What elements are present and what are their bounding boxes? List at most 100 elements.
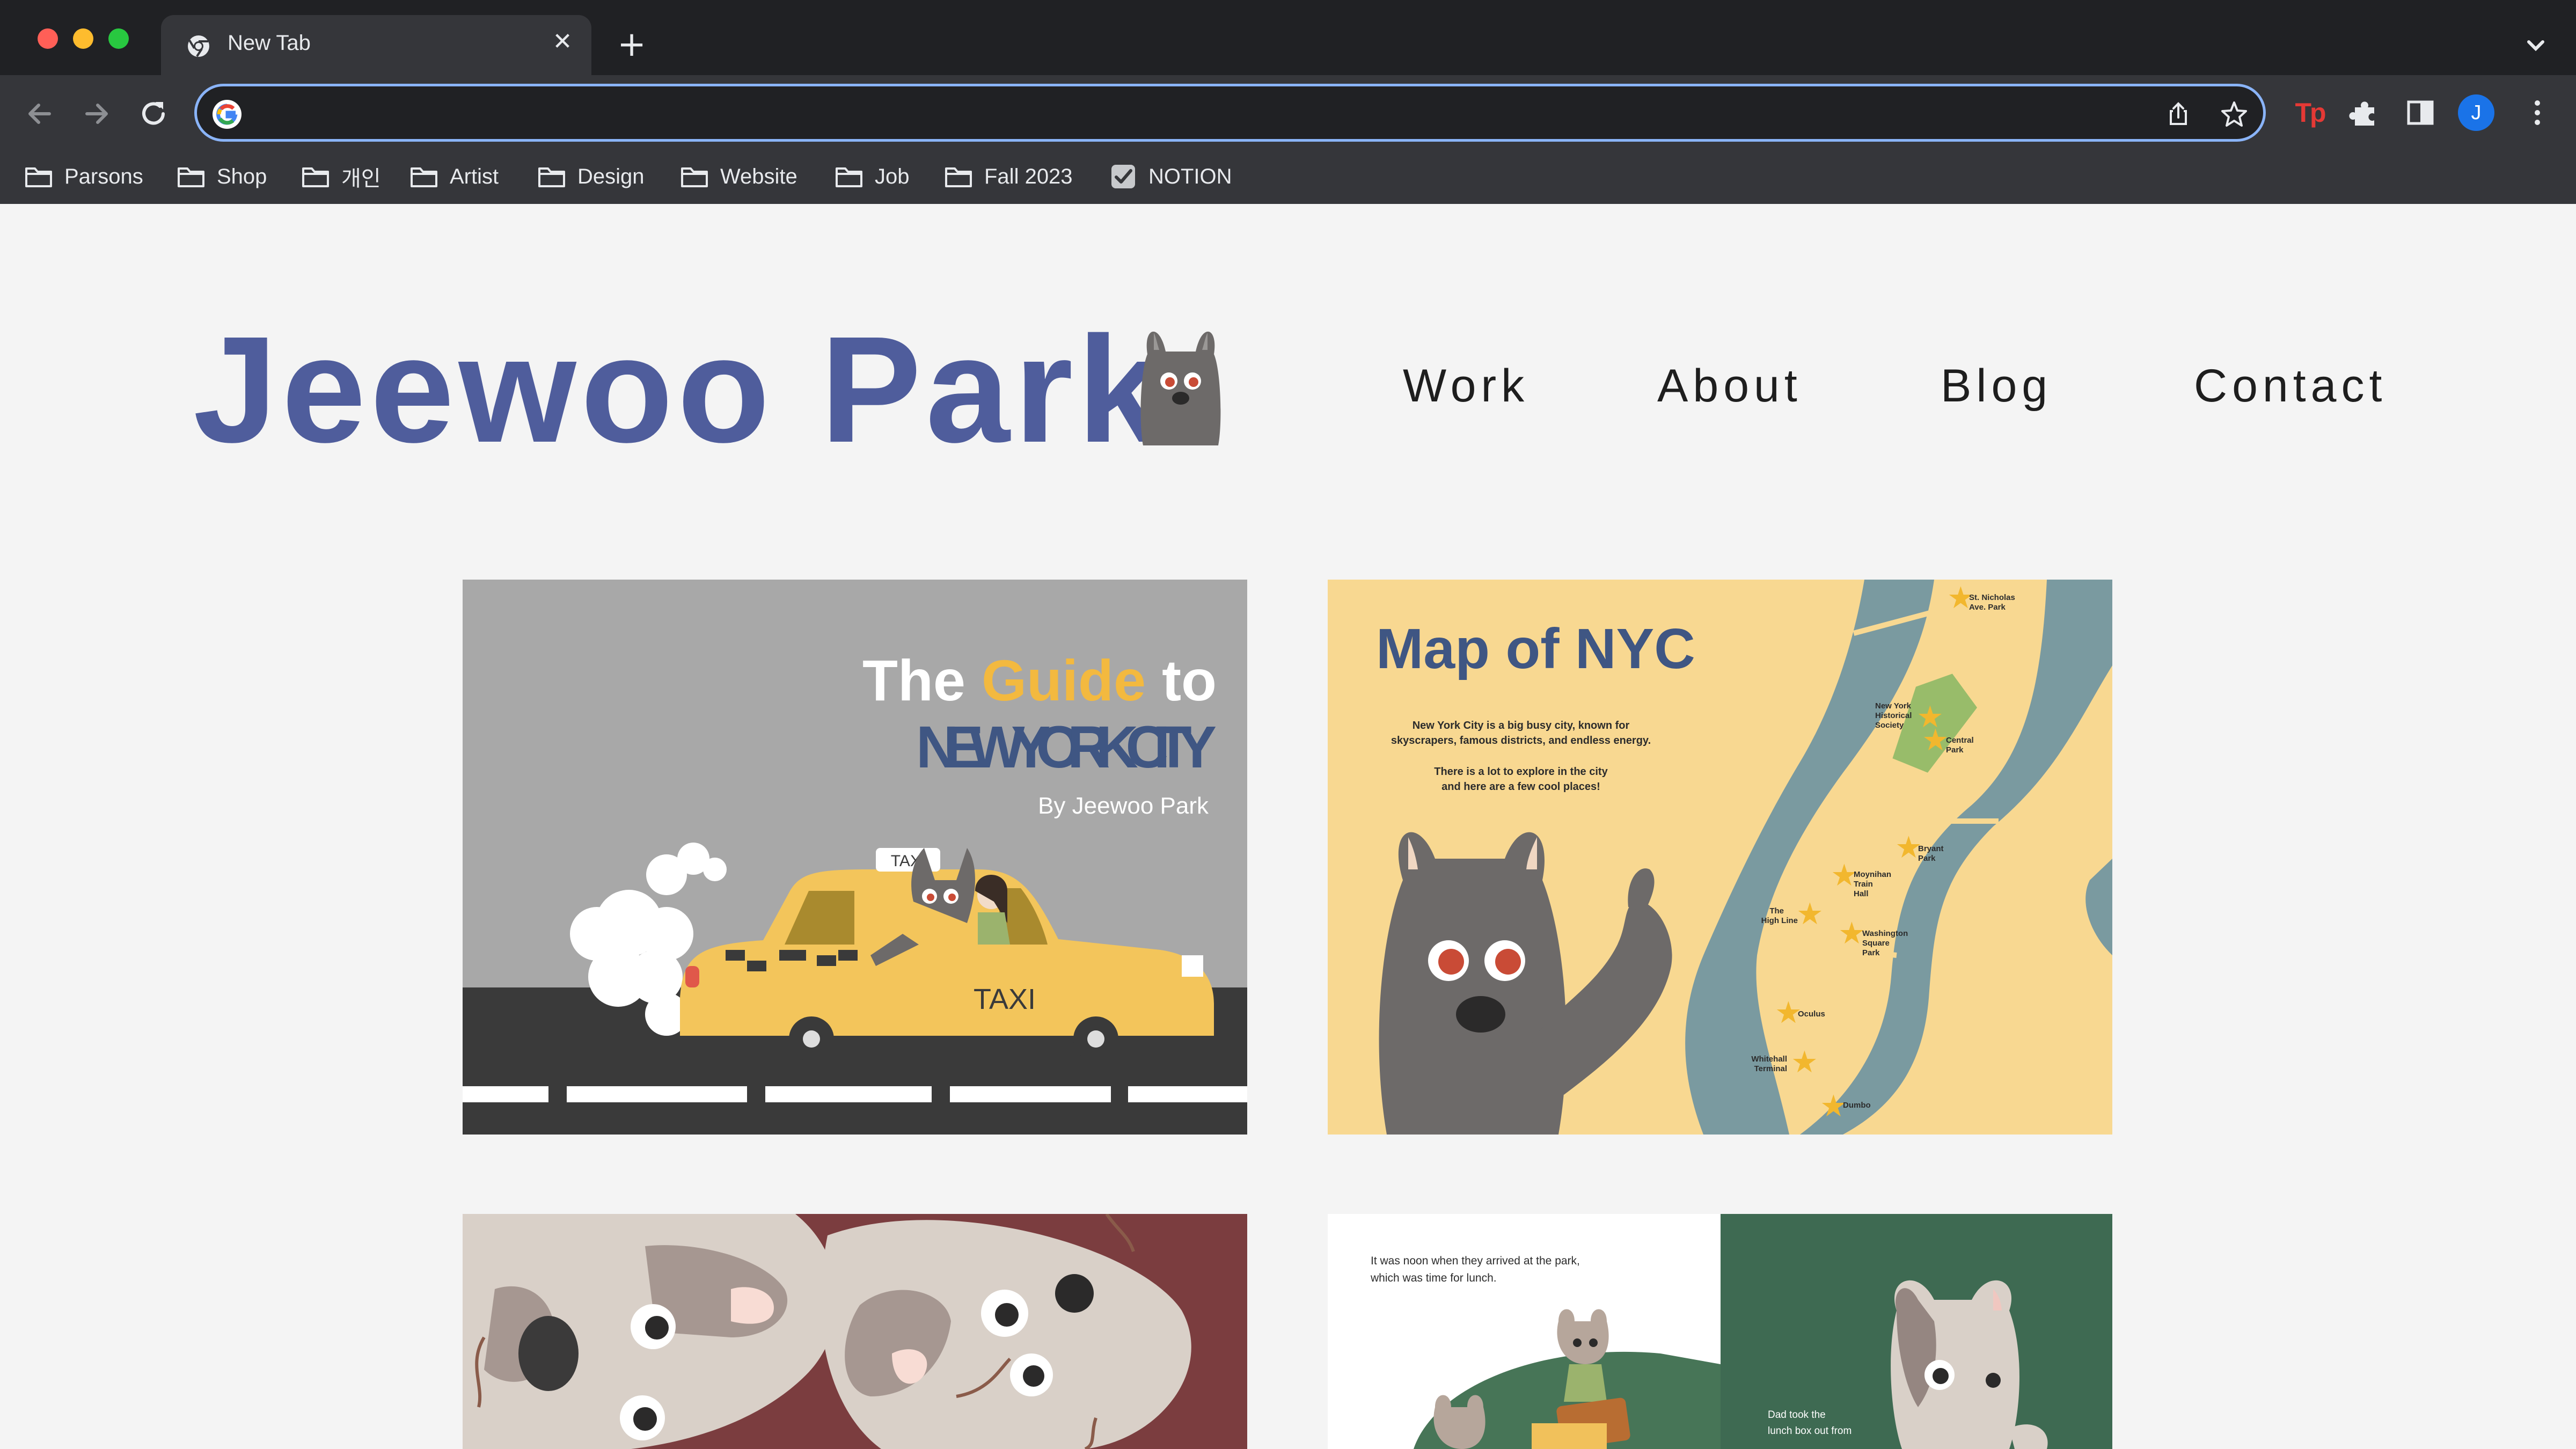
map-illustration: Map of NYC New York City is a big busy c… — [1328, 580, 2112, 1135]
work-thumbnail-map-nyc[interactable]: Map of NYC New York City is a big busy c… — [1328, 580, 2112, 1135]
svg-text:St. Nicholas: St. Nicholas — [1969, 593, 2015, 602]
svg-text:★: ★ — [1897, 832, 1921, 862]
nav-blog[interactable]: Blog — [1941, 360, 2052, 413]
title-guide: Guide — [982, 648, 1146, 713]
svg-text:Washington: Washington — [1862, 929, 1908, 938]
svg-text:★: ★ — [1821, 1091, 1846, 1121]
byline: By Jeewoo Park — [1038, 793, 1209, 819]
svg-text:Oculus: Oculus — [1798, 1009, 1825, 1019]
nav-about[interactable]: About — [1657, 360, 1802, 413]
svg-text:★: ★ — [1792, 1047, 1817, 1077]
address-bar[interactable] — [194, 84, 2266, 142]
svg-text:★: ★ — [1923, 725, 1948, 755]
svg-text:Dumbo: Dumbo — [1843, 1101, 1871, 1110]
side-panel-icon[interactable] — [2402, 94, 2439, 131]
svg-text:Dad took the: Dad took the — [1768, 1409, 1826, 1421]
bookmark-folder[interactable]: Artist — [410, 155, 499, 199]
folder-icon — [836, 167, 862, 187]
svg-text:Train: Train — [1854, 880, 1873, 889]
picnic-illustration: It was noon when they arrived at the par… — [1328, 1214, 2112, 1449]
google-icon — [213, 100, 241, 129]
address-input[interactable] — [256, 96, 2136, 131]
svg-text:Whitehall: Whitehall — [1751, 1055, 1787, 1064]
folder-icon — [538, 167, 565, 187]
svg-text:skyscrapers, famous districts,: skyscrapers, famous districts, and endle… — [1391, 735, 1651, 747]
folder-icon — [411, 167, 437, 187]
close-window-button[interactable] — [38, 28, 58, 49]
site-logo[interactable]: Jeewoo Park — [193, 314, 1166, 465]
dogs-closeup-illustration — [463, 1214, 1247, 1449]
svg-text:★: ★ — [1840, 918, 1864, 948]
svg-text:New York City is a big busy ci: New York City is a big busy city, known … — [1413, 720, 1630, 731]
folder-icon — [681, 167, 708, 187]
nav-contact[interactable]: Contact — [2194, 360, 2387, 413]
browser-chrome: New Tab ✕ + Tp J Parsons Shop 개인 Artist … — [0, 0, 2576, 204]
svg-text:Terminal: Terminal — [1754, 1064, 1787, 1073]
svg-text:★: ★ — [1776, 998, 1801, 1028]
svg-text:Hall: Hall — [1854, 889, 1869, 898]
tab-new-tab[interactable]: New Tab ✕ — [161, 15, 591, 75]
work-thumbnail-guide-nyc[interactable]: The Guide to NEW YORK CITY By Jeewoo Par… — [463, 580, 1247, 1135]
svg-text:★: ★ — [1832, 860, 1856, 890]
bookmark-folder[interactable]: Design — [538, 155, 645, 199]
map-title: Map of NYC — [1376, 617, 1695, 680]
web-page: Jeewoo Park Work About Blog Contact The … — [0, 204, 2576, 1449]
folder-icon — [25, 167, 52, 187]
extension-tp-icon[interactable]: Tp — [2292, 94, 2328, 131]
taxi-illustration: The Guide to NEW YORK CITY By Jeewoo Par… — [463, 580, 1247, 1135]
svg-text:Park: Park — [1946, 745, 1964, 755]
folder-icon — [178, 167, 204, 187]
extensions-puzzle-icon[interactable] — [2346, 94, 2383, 131]
chevron-down-icon[interactable] — [2517, 27, 2555, 64]
more-menu-icon[interactable] — [2519, 94, 2556, 131]
svg-text:High Line: High Line — [1761, 916, 1798, 925]
bookmark-folder[interactable]: 개인 — [302, 155, 381, 199]
bookmark-notion[interactable]: NOTION — [1110, 155, 1232, 199]
zoom-window-button[interactable] — [108, 28, 129, 49]
svg-text:New York: New York — [1875, 701, 1912, 711]
profile-avatar[interactable]: J — [2458, 94, 2494, 131]
svg-text:Moynihan: Moynihan — [1854, 870, 1891, 879]
svg-text:which was time for lunch.: which was time for lunch. — [1370, 1272, 1497, 1284]
notion-check-icon — [1111, 165, 1135, 188]
share-icon[interactable] — [2162, 98, 2194, 130]
bookmark-folder[interactable]: Website — [680, 155, 797, 199]
folder-icon — [302, 167, 329, 187]
folder-icon — [945, 167, 972, 187]
taxi-door-label: TAXI — [974, 983, 1036, 1015]
svg-text:Park: Park — [1862, 948, 1880, 957]
svg-text:Historical: Historical — [1875, 711, 1912, 720]
dog-mascot-icon — [1140, 331, 1221, 445]
bookmark-folder[interactable]: Fall 2023 — [945, 155, 1073, 199]
bookmark-folder[interactable]: Parsons — [25, 155, 143, 199]
svg-text:Park: Park — [1918, 854, 1936, 863]
svg-text:Bryant: Bryant — [1918, 844, 1944, 853]
svg-text:It was noon when they arrived: It was noon when they arrived at the par… — [1371, 1255, 1580, 1267]
svg-text:lunch box out from: lunch box out from — [1768, 1425, 1851, 1437]
bookmark-star-icon[interactable] — [2218, 98, 2250, 130]
tab-strip: New Tab ✕ + — [0, 0, 2576, 75]
svg-text:★: ★ — [1798, 899, 1822, 929]
svg-text:Square: Square — [1862, 939, 1890, 948]
bookmarks-bar: Parsons Shop 개인 Artist Design Website Jo… — [0, 155, 2576, 199]
svg-text:The Guide to: The Guide to — [862, 648, 1217, 713]
svg-text:Society: Society — [1875, 721, 1904, 730]
title-city: NEW YORK CITY — [916, 714, 1217, 780]
work-thumbnail-dogs-closeup[interactable] — [463, 1214, 1247, 1449]
new-tab-button[interactable]: + — [613, 27, 650, 64]
bookmark-folder[interactable]: Shop — [177, 155, 267, 199]
bookmark-folder[interactable]: Job — [835, 155, 910, 199]
nav-work[interactable]: Work — [1403, 360, 1529, 413]
svg-text:There is a lot to explore in t: There is a lot to explore in the city — [1434, 766, 1608, 778]
svg-text:Ave. Park: Ave. Park — [1969, 603, 2006, 612]
close-tab-icon[interactable]: ✕ — [547, 27, 577, 57]
minimize-window-button[interactable] — [73, 28, 93, 49]
forward-arrow-icon[interactable] — [76, 93, 117, 134]
title-the: The — [862, 648, 965, 713]
back-arrow-icon[interactable] — [19, 93, 60, 134]
chrome-icon — [188, 35, 209, 57]
title-to: to — [1162, 648, 1217, 713]
work-thumbnail-picnic-story[interactable]: It was noon when they arrived at the par… — [1328, 1214, 2112, 1449]
svg-text:Central: Central — [1946, 736, 1974, 745]
reload-icon[interactable] — [133, 93, 174, 134]
